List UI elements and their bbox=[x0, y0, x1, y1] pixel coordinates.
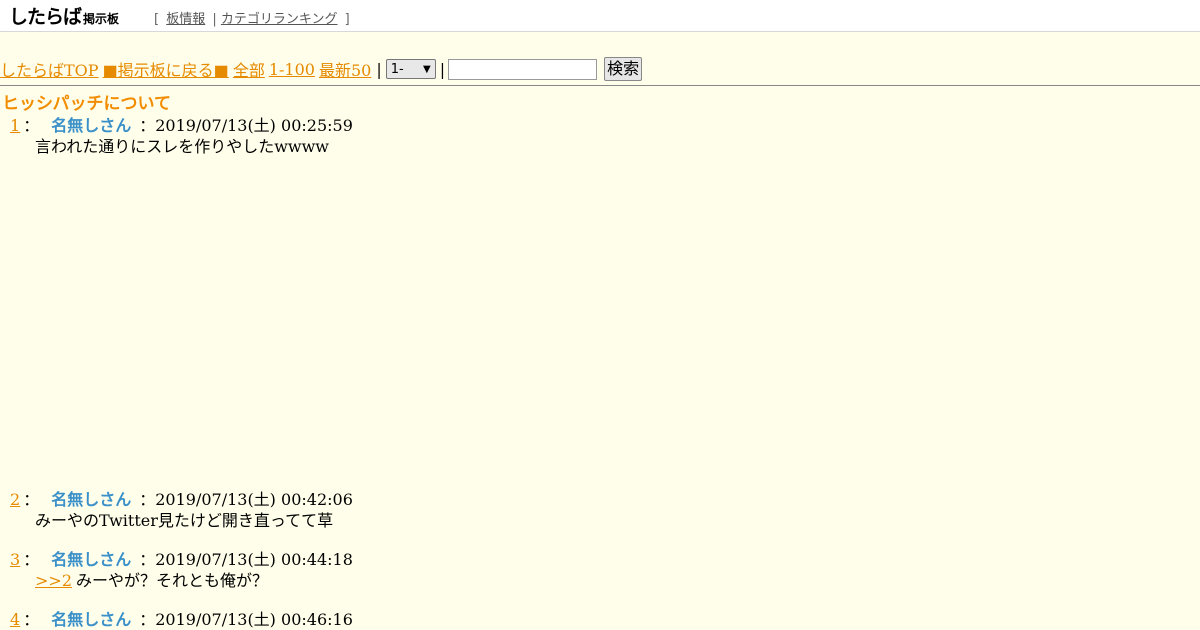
post-body: >>2 みーやが？それとも俺が？ bbox=[35, 567, 268, 591]
post-text: 言われた通りにスレを作りやしたwwww bbox=[35, 137, 329, 156]
post-header: 4 ： 名無しさん ：2019/07/13(土) 00:46:16 bbox=[10, 606, 353, 630]
post-number-link[interactable]: 1 bbox=[10, 116, 20, 135]
bracket-open: [ bbox=[154, 12, 160, 27]
thread-nav: したらばTOP ■掲示板に戻る■ 全部 1-100 最新50 | 1- ▼ | … bbox=[0, 57, 643, 81]
nav-separator: | bbox=[212, 12, 217, 27]
post-date: ：2019/07/13(土) 00:46:16 bbox=[139, 610, 353, 629]
post-text: みーやが？それとも俺が？ bbox=[76, 571, 269, 590]
header-nav: [ 板情報 | カテゴリランキング ] bbox=[154, 8, 353, 27]
post-number-link[interactable]: 2 bbox=[10, 490, 20, 509]
poster-name: 名無しさん bbox=[51, 610, 132, 629]
all-posts-link[interactable]: 全部 bbox=[233, 57, 265, 81]
shitaraba-top-link[interactable]: したらばTOP bbox=[0, 57, 99, 81]
bracket-close: ] bbox=[344, 12, 350, 27]
thread-title: ヒッシパッチについて bbox=[2, 94, 171, 114]
post-body: 言われた通りにスレを作りやしたwwww bbox=[35, 133, 329, 157]
logo-sub-text: 掲示板 bbox=[83, 12, 120, 26]
post-body: みーやのTwitter見たけど開き直ってて草 bbox=[35, 507, 333, 531]
nav-separator: | bbox=[376, 59, 382, 79]
reply-anchor-link[interactable]: >>2 bbox=[35, 571, 72, 590]
post-colon: ： bbox=[23, 610, 40, 629]
header-divider bbox=[0, 85, 1200, 86]
search-button[interactable]: 検索 bbox=[604, 57, 643, 81]
site-header: したらば 掲示板 [ 板情報 | カテゴリランキング ] bbox=[0, 0, 1200, 32]
dropdown-arrow-icon: ▼ bbox=[423, 64, 431, 75]
shitaraba-logo[interactable]: したらば 掲示板 bbox=[9, 5, 119, 27]
logo-main-text: したらば bbox=[9, 6, 82, 28]
category-ranking-link[interactable]: カテゴリランキング bbox=[221, 12, 338, 27]
board-info-link[interactable]: 板情報 bbox=[166, 12, 205, 27]
post-text: みーやのTwitter見たけど開き直ってて草 bbox=[35, 511, 334, 530]
range-select[interactable]: 1- ▼ bbox=[385, 59, 436, 79]
post-number-link[interactable]: 3 bbox=[10, 550, 20, 569]
nav-separator: | bbox=[439, 59, 446, 79]
latest-50-link[interactable]: 最新50 bbox=[319, 57, 371, 81]
range-1-100-link[interactable]: 1-100 bbox=[269, 60, 315, 79]
post-number-link[interactable]: 4 bbox=[10, 610, 20, 629]
search-input[interactable] bbox=[448, 58, 598, 80]
range-select-value: 1- bbox=[390, 62, 404, 77]
back-to-board-link[interactable]: ■掲示板に戻る■ bbox=[103, 57, 229, 81]
